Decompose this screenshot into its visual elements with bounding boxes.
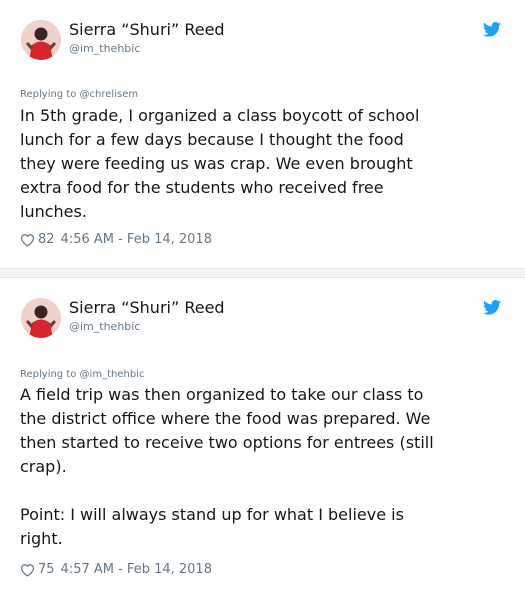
tweet-timestamp[interactable]: 4:56 AM - Feb 14, 2018 bbox=[61, 232, 212, 247]
like-count: 82 bbox=[38, 232, 55, 247]
author-handle[interactable]: @im_thehbic bbox=[69, 320, 140, 333]
avatar-image bbox=[21, 298, 61, 338]
author-name[interactable]: Sierra “Shuri” Reed bbox=[69, 298, 225, 317]
author-name[interactable]: Sierra “Shuri” Reed bbox=[69, 20, 225, 39]
replying-to[interactable]: Replying to @im_thehbic bbox=[20, 369, 144, 380]
like-count: 75 bbox=[38, 562, 55, 577]
tweet-text: In 5th grade, I organized a class boycot… bbox=[20, 106, 420, 221]
tweet-text: A field trip was then organized to take … bbox=[20, 385, 434, 548]
tweet-card: Sierra “Shuri” Reed @im_thehbic Replying… bbox=[0, 0, 525, 268]
tweet-meta: 82 4:56 AM - Feb 14, 2018 bbox=[20, 232, 212, 247]
avatar[interactable] bbox=[21, 20, 61, 60]
twitter-bird-icon[interactable] bbox=[483, 300, 501, 315]
tweet-card: Sierra “Shuri” Reed @im_thehbic Replying… bbox=[0, 278, 525, 600]
avatar[interactable] bbox=[21, 298, 61, 338]
avatar-image bbox=[21, 20, 61, 60]
tweet-thread: Sierra “Shuri” Reed @im_thehbic Replying… bbox=[0, 0, 525, 600]
author-handle[interactable]: @im_thehbic bbox=[69, 42, 140, 55]
tweet-meta: 75 4:57 AM - Feb 14, 2018 bbox=[20, 562, 212, 577]
twitter-bird-icon[interactable] bbox=[483, 22, 501, 37]
heart-icon[interactable] bbox=[20, 563, 35, 577]
replying-to[interactable]: Replying to @chrelisem bbox=[20, 89, 138, 100]
heart-icon[interactable] bbox=[20, 233, 35, 247]
tweet-timestamp[interactable]: 4:57 AM - Feb 14, 2018 bbox=[61, 562, 212, 577]
tweet-divider bbox=[0, 268, 525, 278]
